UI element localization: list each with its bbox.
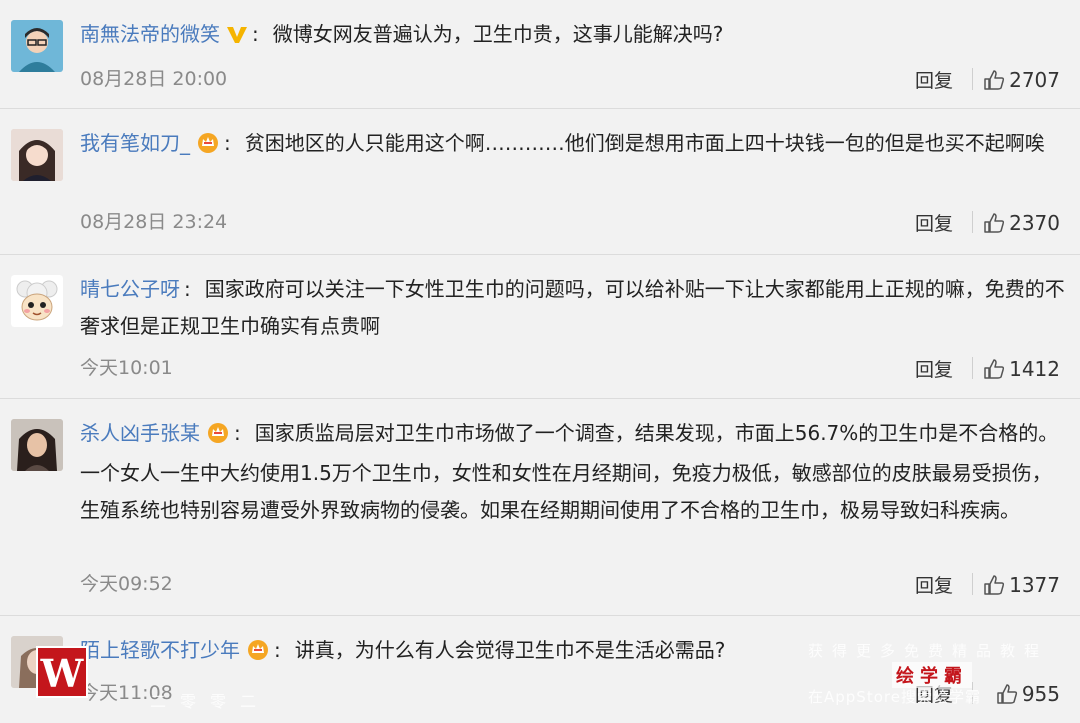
reply-button[interactable]: 回复 [915, 209, 953, 236]
thumbs-up-icon [984, 70, 1005, 90]
like-count: 2707 [1009, 68, 1060, 92]
comment-text: 微博女网友普遍认为，卫生巾贵，这事儿能解决吗? [272, 22, 724, 46]
colon: : [184, 277, 191, 301]
like-button[interactable]: 1412 [983, 357, 1060, 381]
like-button[interactable]: 1377 [983, 573, 1060, 597]
comment-time: 08月28日 20:00 [80, 68, 228, 90]
watermark-right-bottom: 在AppStore搜索绘学霸 [808, 688, 981, 706]
comment-body: 南無法帝的微笑: 微博女网友普遍认为，卫生巾贵，这事儿能解决吗? [80, 16, 1066, 56]
username[interactable]: 陌上轻歌不打少年 [80, 638, 240, 662]
watermark-right-top: 获得更多免费精品教程 [808, 642, 1049, 660]
comment-item: 我有笔如刀_: 贫困地区的人只能用这个啊…………他们倒是想用市面上四十块钱一包的但… [0, 109, 1080, 255]
crown-badge-icon [196, 128, 220, 165]
thumbs-up-icon [997, 684, 1017, 704]
watermark-logo: W [36, 646, 88, 698]
username[interactable]: 南無法帝的微笑 [80, 22, 220, 46]
comment-item: 南無法帝的微笑: 微博女网友普遍认为，卫生巾贵，这事儿能解决吗? 08月28日 2… [0, 0, 1080, 109]
comment-text: 贫困地区的人只能用这个啊…………他们倒是想用市面上四十块钱一包的但是也买不起啊唉 [244, 131, 1045, 155]
thumbs-up-icon [984, 213, 1005, 233]
colon: : [234, 421, 241, 445]
divider [972, 357, 973, 379]
comment-time: 08月28日 23:24 [80, 211, 228, 233]
username[interactable]: 杀人凶手张某 [80, 421, 200, 445]
verified-v-icon [226, 19, 248, 56]
divider [972, 573, 973, 595]
username[interactable]: 我有笔如刀_ [80, 131, 190, 155]
colon: : [252, 22, 259, 46]
like-button[interactable]: 2370 [983, 211, 1060, 235]
comment-body: 我有笔如刀_: 贫困地区的人只能用这个啊…………他们倒是想用市面上四十块钱一包的但… [80, 125, 1066, 165]
watermark-brand: 绘学霸 [892, 662, 972, 688]
like-count: 955 [1021, 682, 1060, 706]
watermark-left-sub: 二零零二 [150, 692, 271, 711]
comment-time: 今天10:01 [80, 357, 173, 379]
comment-item: 杀人凶手张某: 国家质监局层对卫生巾市场做了一个调查，结果发现，市面上56.7%的… [0, 399, 1080, 616]
avatar[interactable] [11, 129, 63, 181]
avatar[interactable] [11, 419, 63, 471]
avatar[interactable] [11, 275, 63, 327]
like-count: 1412 [1009, 357, 1060, 381]
crown-badge-icon [246, 635, 270, 672]
comment-time: 今天09:52 [80, 573, 173, 595]
like-count: 2370 [1009, 211, 1060, 235]
thumbs-up-icon [984, 359, 1005, 379]
colon: : [274, 638, 281, 662]
like-button[interactable]: 2707 [983, 68, 1060, 92]
reply-button[interactable]: 回复 [915, 355, 953, 382]
colon: : [224, 131, 231, 155]
divider [972, 211, 973, 233]
avatar[interactable] [11, 20, 63, 72]
comment-body: 杀人凶手张某: 国家质监局层对卫生巾市场做了一个调查，结果发现，市面上56.7%的… [80, 415, 1066, 529]
comment-body: 晴七公子呀: 国家政府可以关注一下女性卫生巾的问题吗，可以给补贴一下让大家都能用上… [80, 271, 1066, 345]
comment-item: 晴七公子呀: 国家政府可以关注一下女性卫生巾的问题吗，可以给补贴一下让大家都能用上… [0, 255, 1080, 399]
crown-badge-icon [206, 418, 230, 455]
comment-text: 讲真，为什么有人会觉得卫生巾不是生活必需品? [294, 638, 726, 662]
like-count: 1377 [1009, 573, 1060, 597]
reply-button[interactable]: 回复 [915, 66, 953, 93]
username[interactable]: 晴七公子呀 [80, 277, 180, 301]
reply-button[interactable]: 回复 [915, 571, 953, 598]
comment-text: 国家政府可以关注一下女性卫生巾的问题吗，可以给补贴一下让大家都能用上正规的嘛，免… [80, 277, 1065, 338]
like-button[interactable]: 955 [996, 682, 1060, 706]
divider [972, 68, 973, 90]
thumbs-up-icon [984, 575, 1005, 595]
